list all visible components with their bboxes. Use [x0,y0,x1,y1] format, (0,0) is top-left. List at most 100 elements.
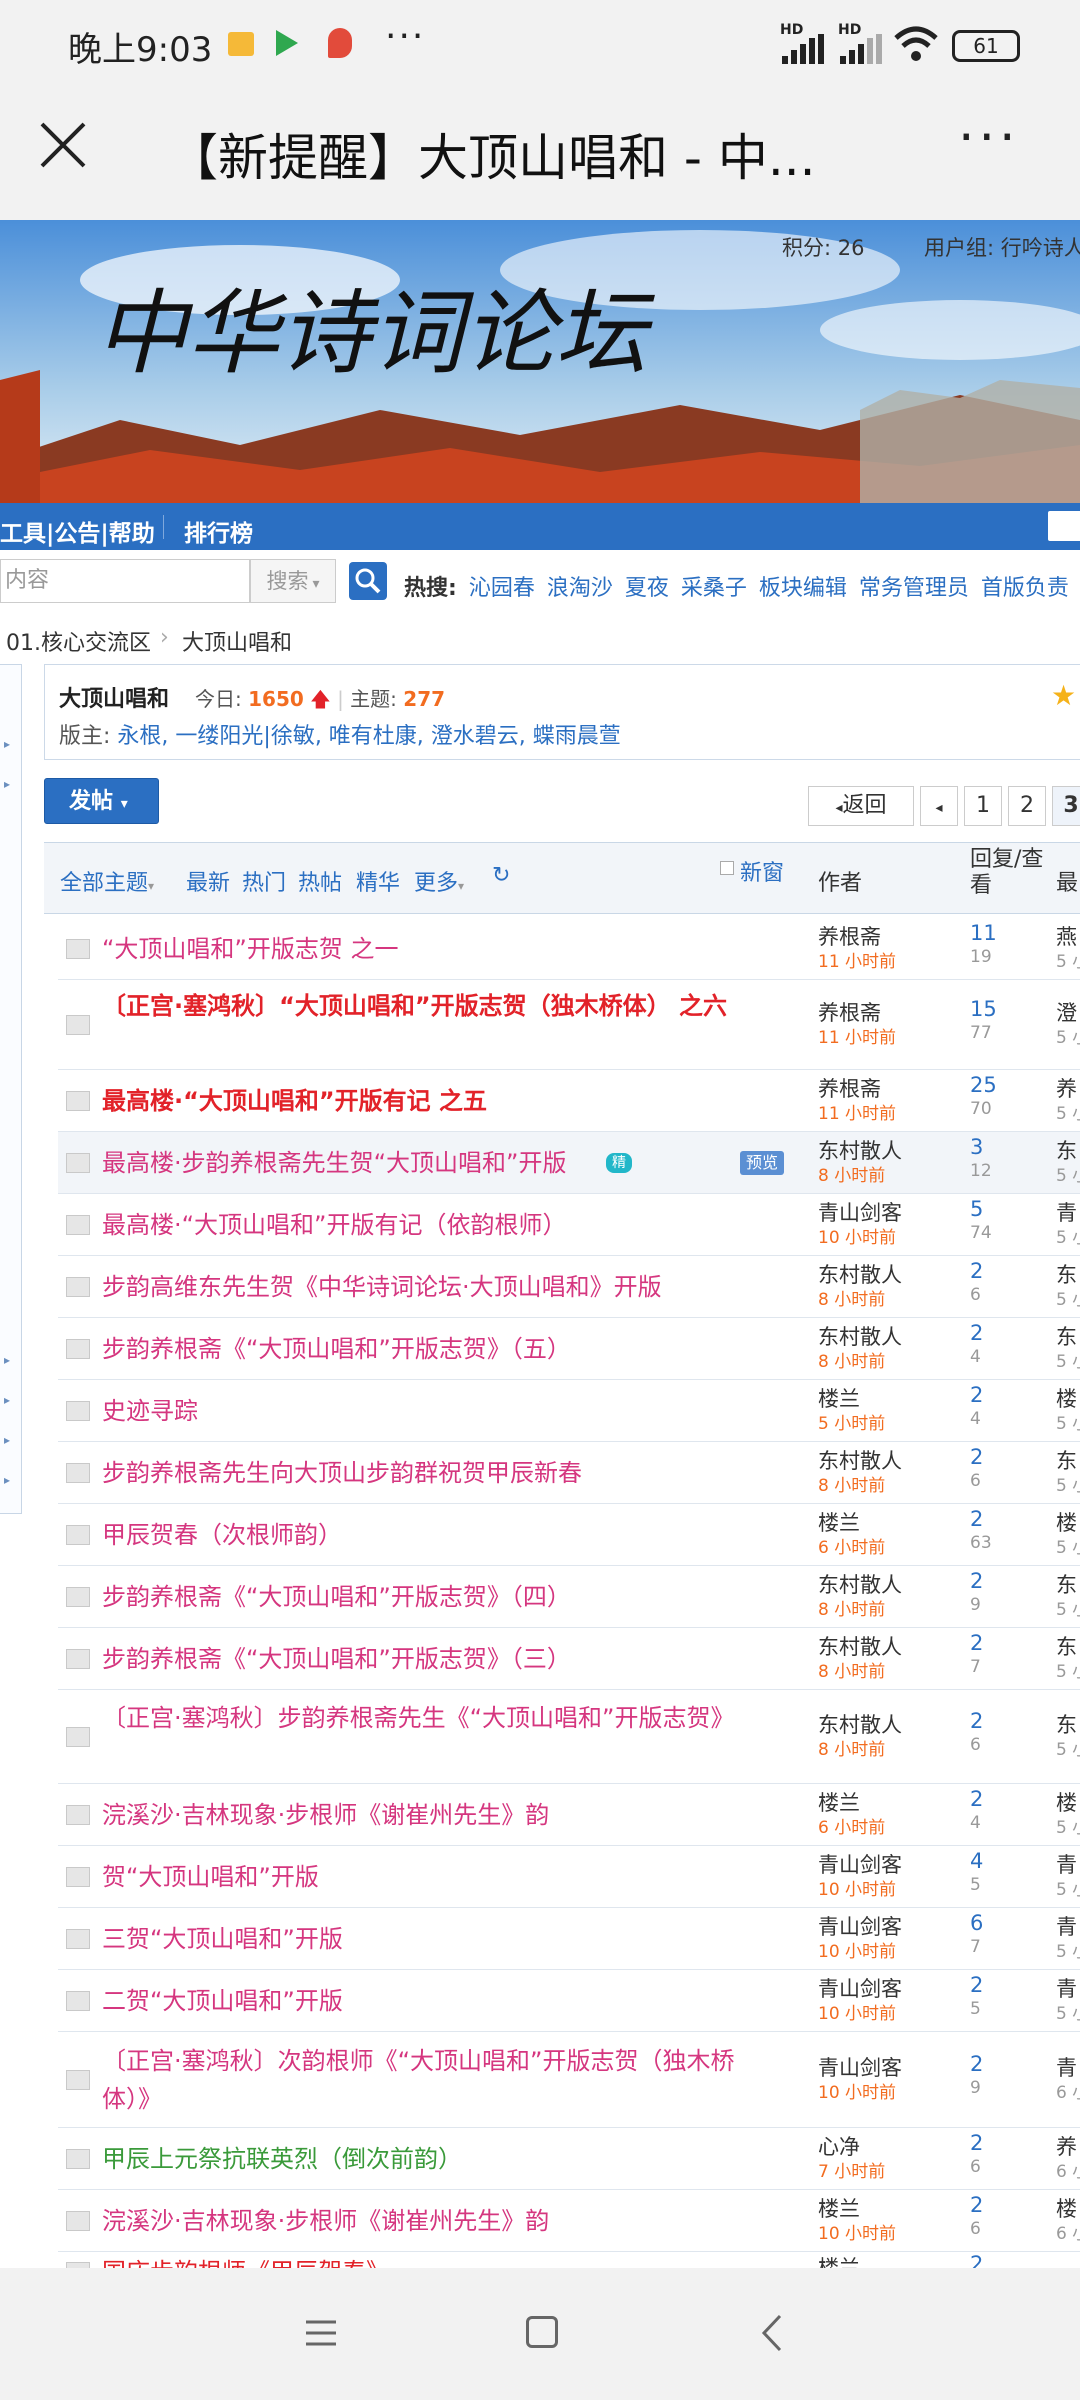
hot-term[interactable]: 采桑子 [681,576,747,601]
thread-title[interactable]: 步韵养根斋《“大顶山唱和”开版志贺》（五） [102,1330,832,1368]
nav-right-box[interactable] [1048,511,1080,541]
favorite-star-icon[interactable]: ★ [1051,679,1076,712]
thread-row[interactable]: 浣溪沙·吉林现象·步根师《谢崔州先生》韵楼兰10 小时前26楼6 小 [58,2190,1080,2252]
more-options-icon[interactable]: ··· [958,108,1020,168]
thread-title[interactable]: 二贺“大顶山唱和”开版 [102,1982,832,2020]
thread-replies[interactable]: 2 [970,1383,983,1407]
thread-row[interactable]: 〔正宫·塞鸿秋〕“大顶山唱和”开版志贺（独木桥体） 之六 养根斋 11 小时前 15 7… [58,980,1080,1070]
thread-replies[interactable]: 2 [970,2052,983,2076]
hot-term[interactable]: 沁园春 [469,576,535,601]
refresh-icon[interactable]: ↻ [492,863,510,888]
back-icon[interactable] [760,2314,784,2352]
page-2[interactable]: 2 [1008,786,1046,826]
search-type-select[interactable]: 搜索 ▾ [250,559,336,603]
page-3-current[interactable]: 3 [1052,786,1080,826]
thread-replies[interactable]: 2 [970,1321,983,1345]
thread-row[interactable]: 最高楼·“大顶山唱和”开版有记 之五养根斋11 小时前2570养5 小 [58,1070,1080,1132]
thread-title[interactable]: 最高楼·步韵养根斋先生贺“大顶山唱和”开版 [102,1144,832,1182]
thread-title[interactable]: “大顶山唱和”开版志贺 之一 [102,930,832,968]
sidebar-arrow-icon[interactable]: ▸ [4,1433,10,1447]
prev-page-button[interactable]: ◂ [920,786,958,826]
new-post-button[interactable]: 发帖 ▾ [44,778,159,824]
thread-title[interactable]: 甲辰贺春（次根师韵） [102,1516,832,1554]
thread-row[interactable]: 史迹寻踪楼兰5 小时前24楼5 小 [58,1380,1080,1442]
preview-button[interactable]: 预览 [740,1151,785,1175]
filter-digest[interactable]: 精华 [356,865,400,897]
sidebar-arrow-icon[interactable]: ▸ [4,1393,10,1407]
thread-replies[interactable]: 2 [970,1631,983,1655]
thread-row[interactable]: “大顶山唱和”开版志贺 之一养根斋11 小时前1119燕5 小 [58,918,1080,980]
thread-row[interactable]: 〔正宫·塞鸿秋〕步韵养根斋先生《“大顶山唱和”开版志贺》 东村散人 8 小时前 2 6 东… [58,1690,1080,1784]
nav-rank[interactable]: 排行榜 [184,514,253,548]
search-button[interactable] [349,562,387,600]
thread-replies[interactable]: 25 [970,1073,997,1097]
page-1[interactable]: 1 [964,786,1002,826]
breadcrumb-current[interactable]: 大顶山唱和 [182,625,292,657]
thread-replies[interactable]: 2 [970,1569,983,1593]
thread-replies[interactable]: 2 [970,1445,983,1469]
thread-replies[interactable]: 2 [970,1709,983,1733]
filter-hot-posts[interactable]: 热帖 [298,865,342,897]
sidebar-arrow-icon[interactable]: ▸ [4,1473,10,1487]
new-window-checkbox[interactable] [720,861,734,875]
filter-more[interactable]: 更多▾ [414,865,464,897]
thread-title[interactable]: 〔正宫·塞鸿秋〕“大顶山唱和”开版志贺（独木桥体） 之六 [102,987,762,1025]
thread-replies[interactable]: 2 [970,2193,983,2217]
thread-row[interactable]: 甲辰贺春（次根师韵）楼兰6 小时前263楼5 小 [58,1504,1080,1566]
thread-replies[interactable]: 2 [970,1973,983,1997]
thread-replies[interactable]: 2 [970,2131,983,2155]
search-input[interactable]: 内容 [0,559,250,603]
thread-replies[interactable]: 2 [970,1787,983,1811]
thread-replies[interactable]: 5 [970,1197,983,1221]
thread-title[interactable]: 步韵养根斋《“大顶山唱和”开版志贺》（四） [102,1578,832,1616]
thread-replies[interactable]: 4 [970,1849,983,1873]
thread-row[interactable]: 步韵高维东先生贺《中华诗词论坛·大顶山唱和》开版东村散人8 小时前26东5 小 [58,1256,1080,1318]
thread-row[interactable]: 二贺“大顶山唱和”开版青山剑客10 小时前25青5 小 [58,1970,1080,2032]
thread-replies[interactable]: 6 [970,1911,983,1935]
thread-replies[interactable]: 2 [970,1507,983,1531]
thread-title[interactable]: 史迹寻踪 [102,1392,832,1430]
thread-title[interactable]: 最高楼·“大顶山唱和”开版有记（依韵根师） [102,1206,832,1244]
thread-title[interactable]: 〔正宫·塞鸿秋〕次韵根师《“大顶山唱和”开版志贺（独木桥体）》 [102,2042,762,2118]
thread-row[interactable]: 步韵养根斋《“大顶山唱和”开版志贺》（五）东村散人8 小时前24东5 小 [58,1318,1080,1380]
thread-title[interactable]: 步韵养根斋《“大顶山唱和”开版志贺》（三） [102,1640,832,1678]
thread-row[interactable]: 最高楼·“大顶山唱和”开版有记（依韵根师）青山剑客10 小时前574青5 小 [58,1194,1080,1256]
thread-row[interactable]: 〔正宫·塞鸿秋〕次韵根师《“大顶山唱和”开版志贺（独木桥体）》 青山剑客 10 小时… [58,2032,1080,2128]
thread-row[interactable]: 浣溪沙·吉林现象·步根师《谢崔州先生》韵楼兰6 小时前24楼5 小 [58,1784,1080,1846]
back-button[interactable]: ◂返回 [808,786,914,826]
thread-title[interactable]: 步韵养根斋先生向大顶山步韵群祝贺甲辰新春 [102,1454,832,1492]
filter-all-topics[interactable]: 全部主题▾ [60,865,154,897]
thread-title[interactable]: 浣溪沙·吉林现象·步根师《谢崔州先生》韵 [102,1796,832,1834]
thread-row[interactable]: 甲辰上元祭抗联英烈（倒次前韵）心净7 小时前26养6 小 [58,2128,1080,2190]
hot-term[interactable]: 常务管理员 [859,576,969,601]
thread-title[interactable]: 〔正宫·塞鸿秋〕步韵养根斋先生《“大顶山唱和”开版志贺》 [102,1699,762,1737]
hot-term[interactable]: 浪淘沙 [547,576,613,601]
thread-replies[interactable]: 3 [970,1135,983,1159]
hot-term[interactable]: 夏夜 [625,576,669,601]
filter-hot[interactable]: 热门 [242,865,286,897]
thread-title[interactable]: 最高楼·“大顶山唱和”开版有记 之五 [102,1082,832,1120]
thread-row[interactable]: 三贺“大顶山唱和”开版青山剑客10 小时前67青5 小 [58,1908,1080,1970]
close-icon[interactable] [38,120,88,170]
thread-replies[interactable]: 2 [970,1259,983,1283]
thread-title[interactable]: 步韵高维东先生贺《中华诗词论坛·大顶山唱和》开版 [102,1268,832,1306]
sidebar-arrow-icon[interactable]: ▸ [4,737,10,751]
hot-term[interactable]: 首版负责 [981,576,1069,601]
breadcrumb-section[interactable]: 01.核心交流区 [6,625,151,657]
menu-icon[interactable] [304,2318,338,2348]
thread-title[interactable]: 贺“大顶山唱和”开版 [102,1858,832,1896]
thread-row[interactable]: 步韵养根斋先生向大顶山步韵群祝贺甲辰新春东村散人8 小时前26东5 小 [58,1442,1080,1504]
hot-term[interactable]: 板块编辑 [759,576,847,601]
sidebar-arrow-icon[interactable]: ▸ [4,777,10,791]
home-icon[interactable] [526,2316,558,2348]
thread-row[interactable]: 步韵养根斋《“大顶山唱和”开版志贺》（三）东村散人8 小时前27东5 小 [58,1628,1080,1690]
thread-replies[interactable]: 15 [970,997,997,1021]
thread-row[interactable]: 贺“大顶山唱和”开版青山剑客10 小时前45青5 小 [58,1846,1080,1908]
sidebar-arrow-icon[interactable]: ▸ [4,1353,10,1367]
nav-tools-notice-help[interactable]: 工具|公告|帮助 [0,514,155,548]
thread-title[interactable]: 三贺“大顶山唱和”开版 [102,1920,832,1958]
thread-row[interactable]: 步韵养根斋《“大顶山唱和”开版志贺》（四）东村散人8 小时前29东5 小 [58,1566,1080,1628]
filter-latest[interactable]: 最新 [186,865,230,897]
thread-replies[interactable]: 11 [970,921,997,945]
thread-title[interactable]: 浣溪沙·吉林现象·步根师《谢崔州先生》韵 [102,2202,832,2240]
